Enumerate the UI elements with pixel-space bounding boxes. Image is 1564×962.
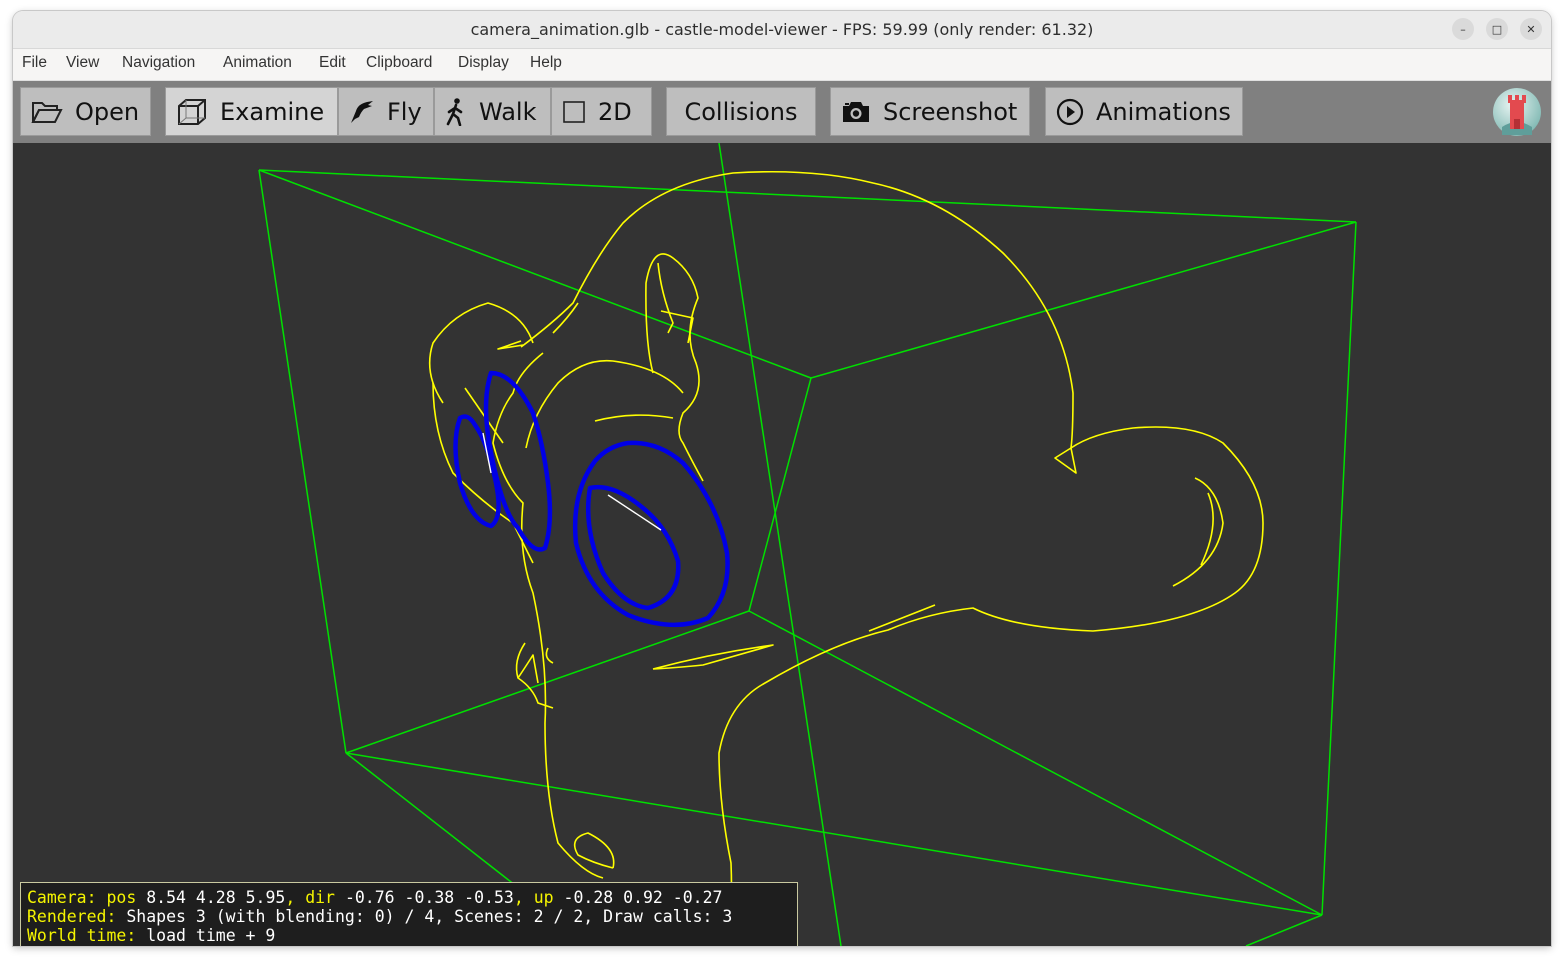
bird-icon (349, 99, 375, 125)
castle-logo-icon (1492, 87, 1542, 137)
selected-shape-outline (453, 370, 730, 627)
menu-view[interactable]: View (63, 54, 102, 72)
menu-help[interactable]: Help (527, 54, 565, 72)
maximize-icon: □ (1491, 22, 1503, 36)
menu-navigation[interactable]: Navigation (119, 54, 198, 72)
menu-clipboard[interactable]: Clipboard (363, 54, 435, 72)
3d-viewport[interactable]: Camera: pos 8.54 4.28 5.95, dir -0.76 -0… (13, 143, 1551, 946)
animations-button[interactable]: Animations (1045, 87, 1243, 136)
animations-label: Animations (1096, 97, 1231, 126)
minimize-button[interactable]: – (1452, 18, 1474, 40)
menu-display[interactable]: Display (455, 54, 512, 72)
camera-status-panel: Camera: pos 8.54 4.28 5.95, dir -0.76 -0… (20, 882, 798, 946)
folder-open-icon (31, 99, 63, 125)
examine-label: Examine (220, 97, 325, 126)
window-title: camera_animation.glb - castle-model-view… (470, 20, 1094, 39)
walk-label: Walk (479, 97, 537, 126)
title-bar[interactable]: camera_animation.glb - castle-model-view… (13, 11, 1551, 49)
bounding-box-wireframe (258, 143, 1357, 946)
examine-button[interactable]: Examine (165, 87, 338, 136)
maximize-button[interactable]: □ (1486, 18, 1508, 40)
menu-edit[interactable]: Edit (316, 54, 349, 72)
square-icon (562, 100, 586, 124)
minimize-icon: – (1460, 22, 1466, 36)
close-button[interactable]: ✕ (1520, 18, 1542, 40)
collisions-label: Collisions (684, 97, 798, 126)
model-wireframe (428, 170, 1264, 944)
open-label: Open (75, 97, 140, 126)
menu-bar: File View Navigation Animation Edit Clip… (13, 49, 1551, 81)
cube-icon (176, 98, 208, 126)
fly-label: Fly (387, 97, 422, 126)
open-button[interactable]: Open (20, 87, 151, 136)
2d-label: 2D (598, 97, 632, 126)
menu-animation[interactable]: Animation (220, 54, 295, 72)
screenshot-button[interactable]: Screenshot (830, 87, 1030, 136)
walk-button[interactable]: Walk (434, 87, 551, 136)
fly-button[interactable]: Fly (338, 87, 434, 136)
toolbar: Open Examine Fly Walk 2D Collisions Scre… (13, 81, 1551, 143)
camera-icon (841, 100, 871, 124)
play-circle-icon (1056, 98, 1084, 126)
close-icon: ✕ (1526, 22, 1536, 36)
scene-canvas (258, 143, 1357, 946)
walking-person-icon (445, 97, 467, 126)
screenshot-label: Screenshot (883, 97, 1018, 126)
collisions-button[interactable]: Collisions (666, 87, 816, 136)
2d-button[interactable]: 2D (551, 87, 652, 136)
menu-file[interactable]: File (19, 54, 50, 72)
app-window: camera_animation.glb - castle-model-view… (13, 11, 1551, 946)
